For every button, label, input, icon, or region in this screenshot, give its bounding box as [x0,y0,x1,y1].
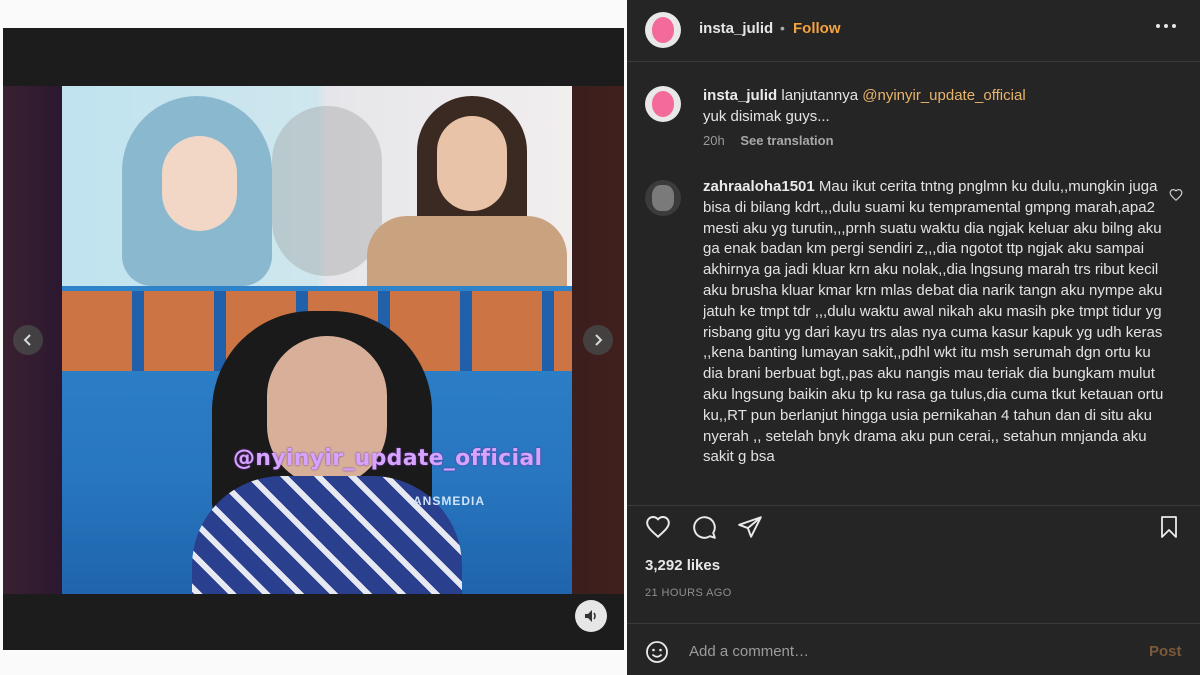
caption-text: lanjutannya [781,87,863,104]
comment-avatar[interactable] [645,180,681,216]
bookmark-icon [1161,516,1177,538]
post-comment-button[interactable]: Post [1149,643,1182,660]
collage-face-right [437,116,507,211]
share-button[interactable] [737,514,763,545]
comment-username[interactable]: zahraaloha1501 [703,178,815,195]
video-frame [62,86,572,594]
add-comment-input[interactable] [689,637,1129,665]
chevron-left-icon [23,334,31,346]
header-username[interactable]: insta_julid [699,20,773,37]
video-watermark: @nyinyir_update_official [233,446,543,471]
comment-button[interactable] [691,514,717,545]
caption-mention-link[interactable]: @nyinyir_update_official [862,87,1025,104]
like-button[interactable] [645,514,671,545]
mute-toggle-button[interactable] [575,600,607,632]
emoji-button[interactable] [645,640,669,669]
like-count[interactable]: 3,292 likes [645,557,720,574]
speaker-icon [585,610,596,622]
paper-plane-icon [738,516,762,538]
heart-icon [1169,189,1183,202]
save-button[interactable] [1157,514,1181,545]
heart-icon [646,516,670,539]
caption-text-line2: yuk disimak guys... [703,108,830,125]
caption-username[interactable]: insta_julid [703,87,777,104]
collage-face-left [162,136,237,231]
see-translation-link[interactable]: See translation [740,133,833,148]
comment-bubble-icon [693,516,716,539]
avatar[interactable] [645,12,681,48]
carousel-prev-button[interactable] [13,325,43,355]
separator-dot: • [780,20,785,36]
carousel-next-button[interactable] [583,325,613,355]
collage-face-middle [272,106,382,276]
post-timestamp[interactable]: 21 HOURS AGO [645,587,732,599]
post-caption: insta_julid lanjutannya @nyinyir_update_… [703,85,1173,127]
broadcaster-logo: ANSMEDIA [413,494,486,508]
chevron-right-icon [595,334,603,346]
more-options-button[interactable] [1155,14,1177,35]
post-header: insta_julid • Follow [627,0,1200,62]
follow-button[interactable]: Follow [793,20,841,37]
add-comment-bar: Post [627,623,1200,675]
post-side-panel: insta_julid • Follow insta_julid lanjuta… [627,0,1200,675]
caption-age[interactable]: 20h [703,133,725,148]
caption-avatar[interactable] [645,86,681,122]
collage-woman-right-coat [367,216,567,296]
video-player[interactable]: @nyinyir_update_official ANSMEDIA [3,28,624,650]
comment-like-button[interactable] [1169,188,1183,207]
post-actions-bar [627,505,1200,545]
more-horizontal-icon [1156,24,1176,28]
comment-item: zahraaloha1501 Mau ikut cerita tntng png… [703,177,1173,487]
caption-meta: 20h See translation [703,133,834,148]
comment-text: Mau ikut cerita tntng pnglmn ku dulu,,mu… [703,178,1164,466]
smiley-icon [646,641,668,663]
post-media-area: @nyinyir_update_official ANSMEDIA [0,0,627,675]
